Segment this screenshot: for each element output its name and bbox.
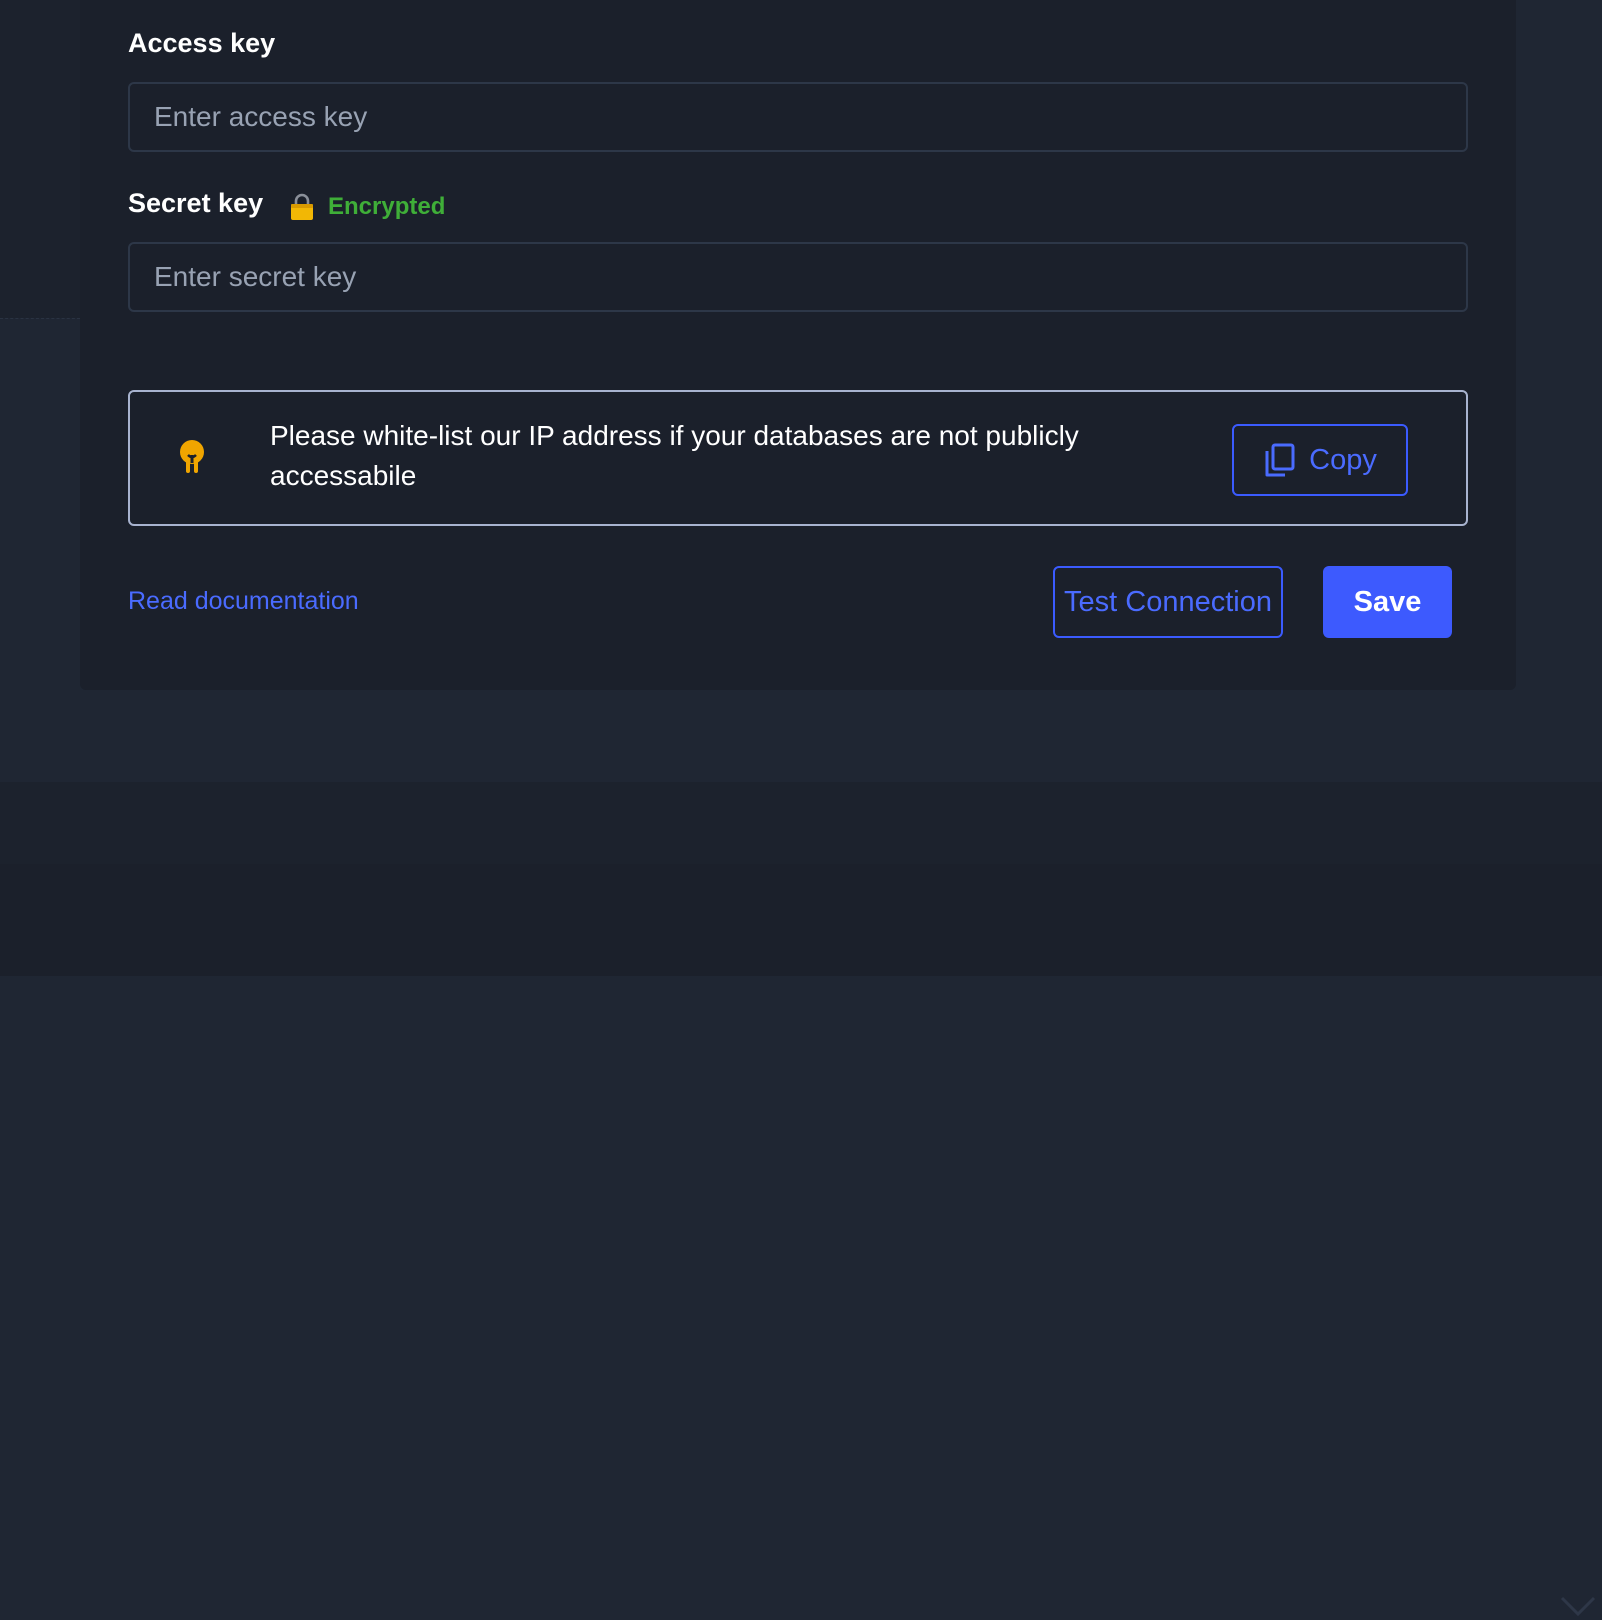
copy-icon — [1265, 443, 1295, 477]
lightbulb-icon — [180, 440, 204, 473]
access-key-label: Access key — [128, 28, 276, 58]
left-background-lower — [0, 318, 80, 780]
left-divider — [0, 318, 80, 319]
ip-whitelist-notice: Please white-list our IP address if your… — [128, 390, 1468, 526]
lock-icon — [291, 193, 313, 220]
bottom-area — [0, 864, 1602, 976]
encrypted-badge: Encrypted — [290, 190, 445, 224]
secret-key-label: Secret key — [128, 188, 264, 218]
access-key-input[interactable] — [128, 82, 1468, 152]
notice-text: Please white-list our IP address if your… — [270, 420, 1079, 491]
copy-ip-button[interactable]: Copy — [1232, 424, 1408, 496]
collapsed-section-bar[interactable] — [0, 782, 1602, 1617]
read-documentation-link[interactable]: Read documentation — [128, 587, 359, 616]
encrypted-label: Encrypted — [328, 193, 446, 220]
chevron-down-icon[interactable] — [1558, 1592, 1598, 1620]
secret-key-input[interactable] — [128, 242, 1468, 312]
save-button[interactable]: Save — [1323, 566, 1452, 638]
copy-button-label: Copy — [1309, 443, 1377, 476]
right-background — [1516, 0, 1602, 782]
test-connection-button[interactable]: Test Connection — [1053, 566, 1283, 638]
left-background — [0, 0, 80, 318]
